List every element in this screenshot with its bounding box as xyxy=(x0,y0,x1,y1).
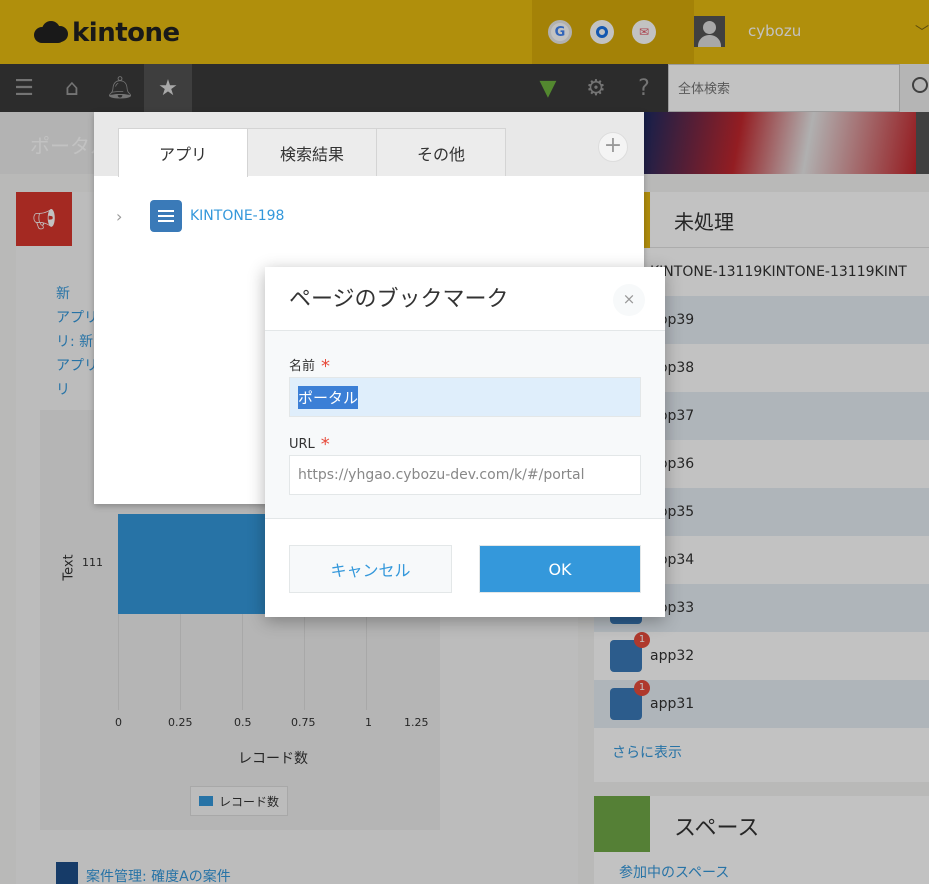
favorite-item[interactable]: › KINTONE-198 xyxy=(116,200,284,232)
name-field-value: ポータル xyxy=(298,385,359,409)
url-field[interactable]: https://yhgao.cybozu-dev.com/k/#/portal xyxy=(289,455,641,495)
required-mark: * xyxy=(320,434,330,455)
favorite-item-label: KINTONE-198 xyxy=(190,208,285,224)
favorites-tabbar: アプリ 検索結果 その他 + xyxy=(94,112,644,177)
name-label-text: 名前 xyxy=(289,359,316,374)
app-list-icon xyxy=(150,200,182,232)
bookmark-dialog: ページのブックマーク × 名前 * ポータル URL * https://yhgao… xyxy=(265,267,665,617)
required-mark: * xyxy=(321,356,331,377)
tab-apps[interactable]: アプリ xyxy=(118,128,248,177)
url-label-text: URL xyxy=(289,437,315,452)
add-favorite-button[interactable]: + xyxy=(598,132,628,162)
dialog-header: ページのブックマーク × xyxy=(265,267,665,331)
ok-button[interactable]: OK xyxy=(479,545,641,593)
close-icon[interactable]: × xyxy=(613,284,645,316)
name-field[interactable]: ポータル xyxy=(289,377,641,417)
url-field-label: URL * xyxy=(289,434,330,455)
tab-search-results[interactable]: 検索結果 xyxy=(247,128,377,176)
tab-others[interactable]: その他 xyxy=(376,128,506,176)
dialog-title: ページのブックマーク xyxy=(289,287,509,312)
cancel-button[interactable]: キャンセル xyxy=(289,545,452,593)
dialog-body: 名前 * ポータル URL * https://yhgao.cybozu-dev.c… xyxy=(265,331,665,519)
dialog-footer: キャンセル OK xyxy=(265,519,665,617)
chevron-right-icon[interactable]: › xyxy=(116,207,150,226)
name-field-label: 名前 * xyxy=(289,355,330,377)
url-field-value: https://yhgao.cybozu-dev.com/k/#/portal xyxy=(298,467,585,483)
